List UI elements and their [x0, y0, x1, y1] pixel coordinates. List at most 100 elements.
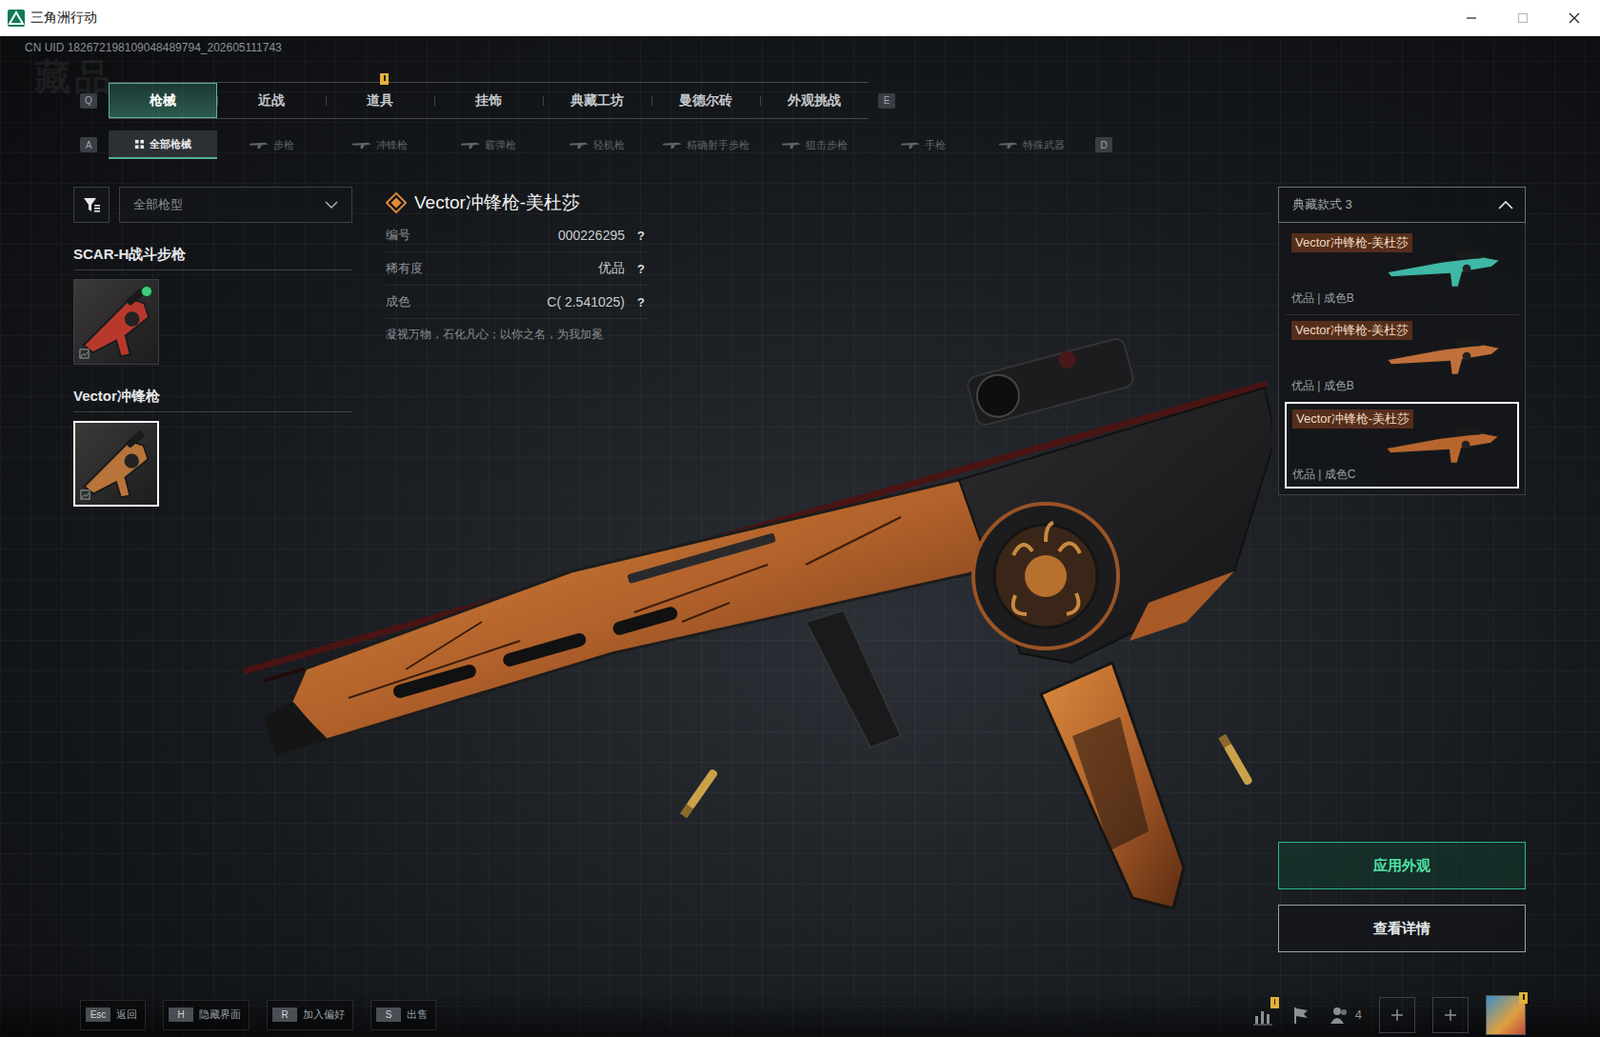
gun-icon [249, 140, 269, 150]
main-tab[interactable]: 挂饰 [434, 82, 543, 119]
sub-tab-label: 特殊武器 [1022, 138, 1065, 153]
prev-subtab-key[interactable]: A [80, 137, 98, 153]
sub-tab[interactable]: 冲锋枪 [325, 130, 435, 160]
field-label: 稀有度 [385, 260, 423, 278]
equipped-dot [140, 285, 153, 298]
stage: 藏品CN UID 182672198109048489794_202605111… [0, 36, 1600, 1037]
key-hint[interactable]: H隐藏界面 [162, 1000, 250, 1031]
group-title: Vector冲锋枪 [73, 387, 353, 413]
main-tabs: 枪械近战道具挂饰典藏工坊曼德尔砖 外观挑战 [108, 81, 869, 120]
minimize-icon[interactable] [1445, 0, 1498, 37]
prev-tab-key[interactable]: Q [80, 93, 98, 109]
rarity-diamond-icon [385, 192, 407, 214]
select-value: 全部枪型 [133, 196, 183, 214]
sub-tab[interactable]: 全部枪械 [108, 130, 218, 160]
sub-tab[interactable]: 步枪 [217, 130, 326, 160]
plus-icon [1442, 1007, 1459, 1023]
style-name: Vector冲锋枪-美杜莎 [1291, 233, 1413, 253]
help-button[interactable]: ? [634, 228, 648, 243]
action-button[interactable]: 应用外观 [1278, 841, 1526, 890]
gun-preview-icon [1378, 424, 1512, 467]
image-icon [80, 489, 91, 500]
sub-tab-label: 狙击步枪 [805, 138, 848, 153]
filter-icon [81, 195, 101, 215]
style-dropdown[interactable]: 典藏款式 3 [1278, 186, 1526, 223]
weapon-type-select[interactable]: 全部枪型 [119, 186, 353, 223]
field-label: 编号 [385, 226, 411, 244]
player-avatar[interactable] [1485, 995, 1526, 1036]
skin-thumbnails [73, 279, 353, 365]
skin-thumbnail[interactable] [73, 279, 160, 365]
close-icon[interactable] [1548, 0, 1600, 37]
gun-icon [569, 140, 589, 150]
main-tab[interactable]: 近战 [217, 82, 326, 119]
alert-badge-icon [1270, 997, 1280, 1009]
window-title: 三角洲行动 [30, 9, 98, 27]
add-button[interactable] [1379, 997, 1416, 1034]
flag-button[interactable] [1290, 1004, 1312, 1026]
style-list: Vector冲锋枪-美杜莎优品 | 成色BVector冲锋枪-美杜莎优品 | 成… [1278, 222, 1526, 496]
help-button[interactable]: ? [634, 295, 648, 310]
friends-icon [1328, 1004, 1350, 1026]
main-tab[interactable]: 枪械 [108, 82, 218, 119]
chevron-down-icon [324, 200, 339, 209]
main-tab[interactable]: 道具 [325, 82, 435, 119]
main-tab[interactable]: 曼德尔砖 [651, 82, 760, 119]
sub-tab-label: 轻机枪 [593, 138, 625, 153]
main-tab-label: 外观挑战 [787, 92, 841, 110]
sub-tab-label: 冲锋枪 [376, 138, 408, 153]
hint-key: R [272, 1007, 298, 1022]
next-tab-key[interactable]: E [878, 93, 896, 109]
friends-button[interactable]: 4 [1328, 1004, 1362, 1026]
sub-tab[interactable]: 轻机枪 [542, 130, 652, 160]
skin-thumbnails [73, 420, 353, 507]
help-button[interactable]: ? [634, 261, 648, 277]
sub-tab-label: 步枪 [273, 138, 295, 153]
gun-icon [781, 140, 801, 150]
sub-tab[interactable]: 狙击步枪 [760, 130, 869, 160]
filter-button[interactable] [73, 186, 110, 223]
style-grade: 优品 | 成色C [1292, 466, 1512, 483]
weapon-group: Vector冲锋枪 [73, 387, 353, 507]
viewport[interactable] [647, 186, 1279, 993]
style-item[interactable]: Vector冲锋枪-美杜莎优品 | 成色B [1284, 226, 1520, 313]
key-hint[interactable]: S出售 [370, 1000, 437, 1031]
player-uid: CN UID 182672198109048489794_20260511174… [24, 36, 1600, 57]
sub-tab[interactable]: 特殊武器 [977, 130, 1086, 160]
hint-key: H [168, 1007, 194, 1022]
skin-description: 凝视万物，石化凡心；以你之名，为我加冕 [385, 326, 648, 343]
main-tab[interactable]: 典藏工坊 [542, 82, 652, 119]
gun-icon [662, 140, 682, 150]
main-tab[interactable]: 外观挑战 [760, 82, 869, 119]
sub-tab[interactable]: 精确射手步枪 [651, 130, 760, 160]
next-subtab-key[interactable]: D [1095, 137, 1113, 153]
weapon-group: SCAR-H战斗步枪 [73, 245, 353, 365]
key-hint[interactable]: R 加入偏好 [266, 1000, 354, 1031]
title-bar: 三角洲行动 [0, 0, 1600, 37]
add-button[interactable] [1432, 997, 1469, 1034]
hint-key: S [376, 1007, 401, 1022]
hint-label: 加入偏好 [302, 1007, 345, 1022]
maximize-icon[interactable] [1497, 0, 1549, 37]
filter-row: 全部枪型 [73, 186, 353, 223]
grid-icon [134, 139, 145, 150]
style-item[interactable]: Vector冲锋枪-美杜莎优品 | 成色B [1284, 314, 1520, 400]
sub-tab[interactable]: 手枪 [868, 130, 978, 160]
sub-tabs: 全部枪械 步枪 冲锋枪 霰弹枪 轻机枪 精确射手步枪 狙击步枪 手枪 特殊武器 [108, 130, 1086, 160]
detail-field: 稀有度优品? [385, 252, 648, 286]
actions: 应用外观查看详情 [1278, 841, 1526, 953]
skin-name: Vector冲锋枪-美杜莎 [414, 190, 580, 216]
skin-thumbnail[interactable] [73, 420, 160, 507]
group-title: SCAR-H战斗步枪 [73, 245, 353, 271]
sub-tab[interactable]: 霰弹枪 [434, 130, 543, 160]
style-dropdown-label: 典藏款式 3 [1292, 196, 1353, 214]
gun-icon [460, 140, 480, 150]
style-panel: 典藏款式 3Vector冲锋枪-美杜莎优品 | 成色BVector冲锋枪-美杜莎… [1278, 186, 1526, 993]
stats-button[interactable] [1252, 1004, 1274, 1026]
gun-icon [900, 140, 920, 150]
key-hint[interactable]: Esc返回 [80, 1000, 146, 1031]
key-hints: Esc返回 H隐藏界面 R 加入偏好 S出售 [80, 1000, 437, 1031]
action-button[interactable]: 查看详情 [1278, 904, 1526, 953]
style-item[interactable]: Vector冲锋枪-美杜莎优品 | 成色C [1284, 401, 1520, 489]
flag-icon [1290, 1004, 1312, 1026]
